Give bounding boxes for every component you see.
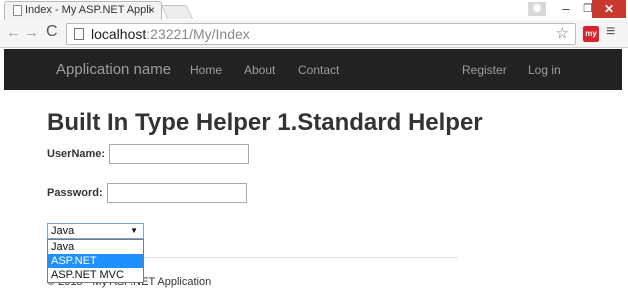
profile-icon[interactable] bbox=[528, 2, 546, 16]
brand-link[interactable]: Application name bbox=[56, 61, 171, 78]
forward-arrow-icon[interactable]: → bbox=[24, 24, 39, 41]
url-path: :23221/My/Index bbox=[146, 26, 250, 42]
tab-strip: Index - My ASP.NET Appli × – ❐ ✕ bbox=[0, 0, 628, 20]
nav-home[interactable]: Home bbox=[190, 63, 222, 77]
select-value: Java bbox=[51, 225, 75, 237]
window-close-icon[interactable]: ✕ bbox=[592, 0, 626, 18]
extension-icon[interactable]: my bbox=[583, 26, 599, 42]
page-title: Built In Type Helper 1.Standard Helper bbox=[47, 109, 483, 136]
menu-icon[interactable]: ≡ bbox=[606, 23, 615, 41]
browser-tab[interactable]: Index - My ASP.NET Appli × bbox=[4, 1, 162, 20]
username-input[interactable] bbox=[109, 144, 249, 164]
url-host: localhost bbox=[91, 26, 147, 42]
language-select[interactable]: Java ▼ bbox=[47, 223, 144, 239]
site-navbar: Application name Home About Contact Regi… bbox=[4, 49, 622, 90]
page-icon bbox=[13, 5, 22, 16]
reload-icon[interactable]: C bbox=[46, 23, 58, 41]
nav-login[interactable]: Log in bbox=[528, 63, 561, 77]
username-label: UserName: bbox=[47, 148, 106, 160]
back-arrow-icon[interactable]: ← bbox=[6, 24, 21, 41]
nav-about[interactable]: About bbox=[244, 63, 275, 77]
new-tab-button[interactable] bbox=[160, 5, 194, 19]
chevron-down-icon: ▼ bbox=[130, 226, 138, 235]
browser-toolbar: ← → C localhost:23221/My/Index ☆ my ≡ bbox=[0, 20, 628, 48]
nav-contact[interactable]: Contact bbox=[298, 63, 339, 77]
star-icon[interactable]: ☆ bbox=[556, 24, 569, 44]
option-aspnet-mvc[interactable]: ASP.NET MVC bbox=[48, 268, 143, 282]
password-label: Password: bbox=[47, 187, 103, 199]
tab-title: Index - My ASP.NET Appli bbox=[25, 4, 152, 16]
nav-register[interactable]: Register bbox=[462, 63, 507, 77]
minimize-icon[interactable]: – bbox=[556, 0, 576, 18]
password-input[interactable] bbox=[107, 183, 247, 203]
address-bar[interactable]: localhost:23221/My/Index ☆ bbox=[66, 23, 576, 45]
option-java[interactable]: Java bbox=[48, 240, 143, 254]
option-aspnet[interactable]: ASP.NET bbox=[48, 254, 143, 268]
page-icon bbox=[74, 28, 84, 40]
language-dropdown-list: Java ASP.NET ASP.NET MVC bbox=[47, 239, 144, 283]
tab-close-icon[interactable]: × bbox=[148, 2, 155, 19]
